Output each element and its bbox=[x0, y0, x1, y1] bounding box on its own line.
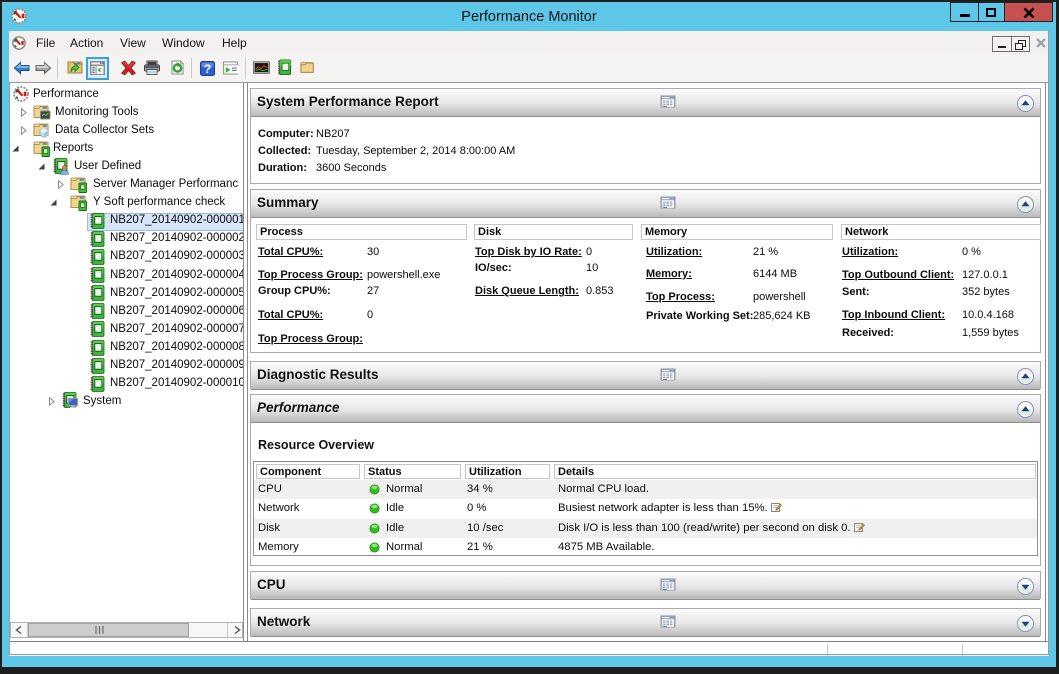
svg-text:?: ? bbox=[204, 62, 211, 76]
